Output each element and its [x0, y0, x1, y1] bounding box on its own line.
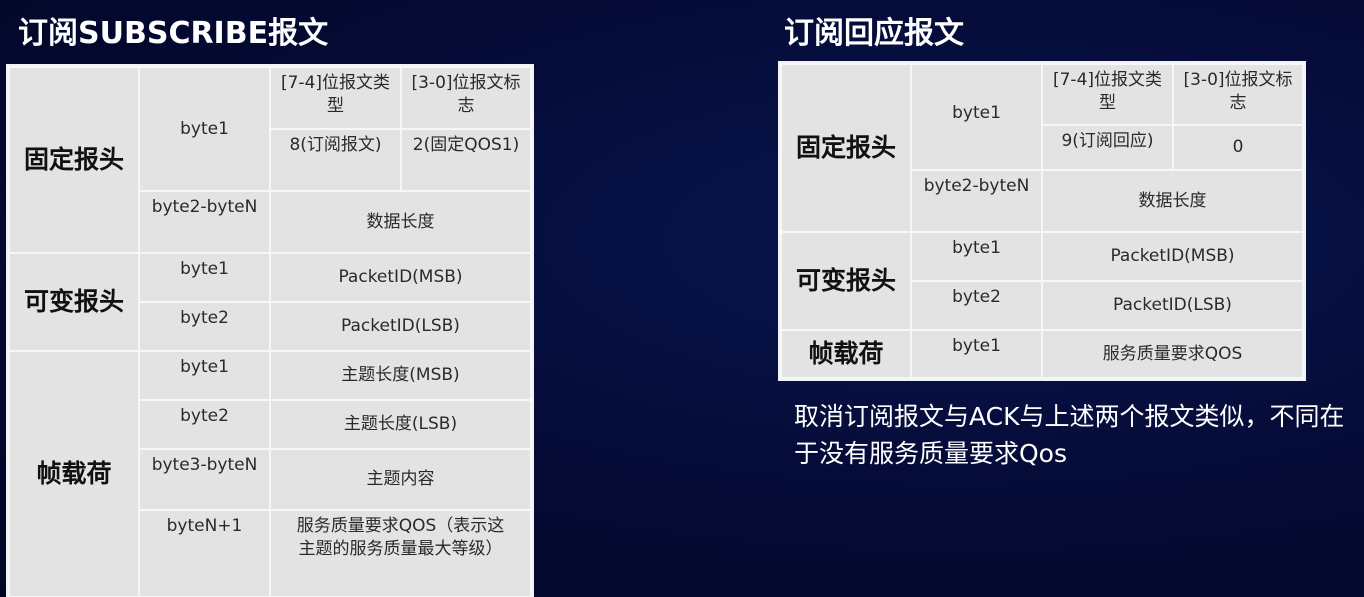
variable-header-label: 可变报头 — [8, 252, 140, 352]
fixed-byte1-label: byte1 — [910, 63, 1043, 171]
variable-byte-label: byte2 — [910, 280, 1043, 331]
fixed-byte2-label: byte2-byteN — [138, 190, 271, 254]
packet-type-header: [7-4]位报文类型 — [1041, 63, 1174, 126]
payload-byte-label: byteN+1 — [138, 509, 271, 597]
payload-byte-label: byte2 — [138, 399, 271, 450]
variable-byte-label: byte1 — [138, 252, 271, 303]
packet-flags-header: [3-0]位报文标志 — [400, 66, 532, 130]
payload-byte-desc: 服务质量要求QOS（表示这主题的服务质量最大等级） — [269, 509, 532, 597]
fixed-header-label: 固定报头 — [780, 63, 912, 233]
variable-byte-desc: PacketID(LSB) — [1041, 280, 1304, 331]
variable-header-label: 可变报头 — [780, 231, 912, 331]
fixed-byte2-label: byte2-byteN — [910, 169, 1043, 233]
unsubscribe-note: 取消订阅报文与ACK与上述两个报文类似，不同在于没有服务质量要求Qos — [794, 402, 1345, 468]
packet-type-value: 8(订阅报文) — [269, 128, 402, 192]
packet-type-value: 9(订阅回应) — [1041, 124, 1174, 171]
packet-flags-header: [3-0]位报文标志 — [1172, 63, 1304, 126]
packet-type-header: [7-4]位报文类型 — [269, 66, 402, 130]
variable-byte-label: byte1 — [910, 231, 1043, 282]
payload-byte-desc: 主题内容 — [269, 448, 532, 511]
payload-byte-label: byte1 — [910, 329, 1043, 379]
packet-flags-value: 0 — [1172, 124, 1304, 171]
data-length-cell: 数据长度 — [1041, 169, 1304, 233]
payload-byte-label: byte1 — [138, 350, 271, 401]
fixed-header-label: 固定报头 — [8, 66, 140, 254]
variable-byte-desc: PacketID(MSB) — [269, 252, 532, 303]
payload-byte-desc: 主题长度(MSB) — [269, 350, 532, 401]
variable-byte-label: byte2 — [138, 301, 271, 352]
payload-byte-desc: 服务质量要求QOS — [1041, 329, 1304, 379]
suback-title: 订阅回应报文 — [784, 16, 964, 51]
fixed-byte1-label: byte1 — [138, 66, 271, 192]
variable-byte-desc: PacketID(LSB) — [269, 301, 532, 352]
variable-byte-desc: PacketID(MSB) — [1041, 231, 1304, 282]
data-length-cell: 数据长度 — [269, 190, 532, 254]
subscribe-packet-table: 固定报头 byte1 [7-4]位报文类型 [3-0]位报文标志 8(订阅报文)… — [6, 64, 534, 597]
subscribe-title: 订阅SUBSCRIBE报文 — [18, 16, 329, 51]
payload-label: 帧载荷 — [780, 329, 912, 379]
payload-label: 帧载荷 — [8, 350, 140, 597]
payload-byte-desc: 主题长度(LSB) — [269, 399, 532, 450]
suback-packet-table: 固定报头 byte1 [7-4]位报文类型 [3-0]位报文标志 9(订阅回应)… — [778, 61, 1306, 381]
packet-flags-value: 2(固定QOS1) — [400, 128, 532, 192]
payload-byte-label: byte3-byteN — [138, 448, 271, 511]
